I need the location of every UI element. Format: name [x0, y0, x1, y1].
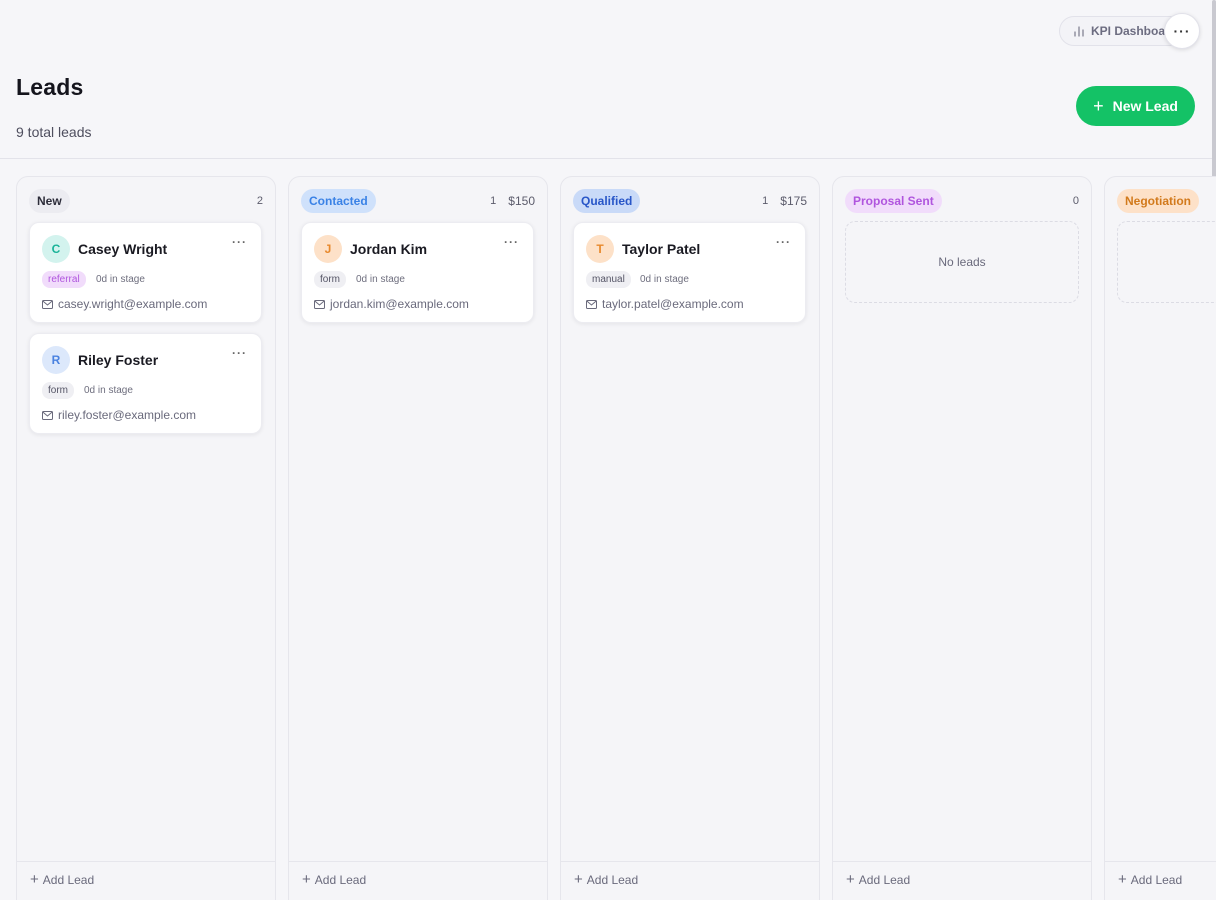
plus-icon: + [1093, 96, 1104, 116]
new-lead-label: New Lead [1112, 98, 1178, 114]
kanban-board: New 2 C Casey Wright ··· referral 0d in … [16, 176, 1216, 900]
stage-pill: Qualified [573, 189, 641, 213]
add-lead-label: Add Lead [314, 872, 367, 887]
column-new: New 2 C Casey Wright ··· referral 0d in … [16, 176, 276, 900]
avatar: T [586, 235, 614, 263]
empty-state [1117, 221, 1216, 303]
column-contacted: Contacted 1 $150 J Jordan Kim ··· form 0… [288, 176, 548, 900]
add-lead-label: Add Lead [1130, 872, 1183, 887]
plus-icon: + [574, 871, 583, 888]
header-divider [0, 158, 1212, 159]
column-meta: 0 [1073, 195, 1079, 207]
card-menu-icon[interactable]: ··· [232, 235, 247, 249]
column-footer-divider [833, 861, 1091, 862]
column-proposal-sent: Proposal Sent 0 No leads + Add Lead [832, 176, 1092, 900]
source-tag: form [42, 382, 74, 399]
column-qualified: Qualified 1 $175 T Taylor Patel ··· manu… [560, 176, 820, 900]
lead-email-text: riley.foster@example.com [58, 408, 196, 422]
lead-name: Jordan Kim [350, 241, 428, 257]
avatar: C [42, 235, 70, 263]
lead-card[interactable]: T Taylor Patel ··· manual 0d in stage ta… [573, 222, 806, 323]
bar-chart-icon [1073, 25, 1085, 37]
column-negotiation: Negotiation + Add Lead [1104, 176, 1216, 900]
column-count: 2 [256, 195, 263, 207]
stage-time: 0d in stage [96, 274, 145, 285]
stage-time: 0d in stage [84, 385, 133, 396]
mail-icon [586, 299, 597, 309]
empty-state: No leads [845, 221, 1079, 303]
add-lead-label: Add Lead [858, 872, 911, 887]
stage-pill: Negotiation [1117, 189, 1199, 213]
source-tag: manual [586, 271, 631, 288]
column-amount: $150 [508, 194, 535, 208]
add-lead-button[interactable]: + Add Lead [1118, 872, 1182, 887]
add-lead-button[interactable]: + Add Lead [574, 872, 638, 887]
stage-pill: Proposal Sent [845, 189, 942, 213]
mail-icon [42, 410, 53, 420]
lead-email-text: casey.wright@example.com [58, 297, 208, 311]
column-header: Qualified 1 $175 [573, 189, 807, 213]
lead-email-text: taylor.patel@example.com [602, 297, 744, 311]
page-title: Leads [16, 74, 84, 100]
lead-email: riley.foster@example.com [42, 408, 196, 422]
plus-icon: + [846, 871, 855, 888]
column-footer-divider [17, 861, 275, 862]
column-header: New 2 [29, 189, 263, 213]
column-footer-divider [561, 861, 819, 862]
column-header: Proposal Sent 0 [845, 189, 1079, 213]
add-lead-button[interactable]: + Add Lead [30, 872, 94, 887]
new-lead-button[interactable]: + New Lead [1076, 86, 1195, 126]
column-header: Negotiation [1117, 189, 1216, 213]
plus-icon: + [1118, 871, 1127, 888]
lead-card[interactable]: R Riley Foster ··· form 0d in stage rile… [29, 333, 262, 434]
lead-card[interactable]: J Jordan Kim ··· form 0d in stage jordan… [301, 222, 534, 323]
more-options-button[interactable]: ··· [1164, 13, 1200, 49]
column-count: 1 [762, 195, 769, 207]
column-amount: $175 [780, 194, 807, 208]
column-footer-divider [1105, 861, 1216, 862]
card-menu-icon[interactable]: ··· [504, 235, 519, 249]
lead-card[interactable]: C Casey Wright ··· referral 0d in stage … [29, 222, 262, 323]
stage-pill: New [29, 189, 70, 213]
card-menu-icon[interactable]: ··· [776, 235, 791, 249]
mail-icon [42, 299, 53, 309]
lead-name: Taylor Patel [622, 241, 701, 257]
lead-email: taylor.patel@example.com [586, 297, 744, 311]
plus-icon: + [30, 871, 39, 888]
column-meta: 1 $175 [762, 194, 807, 208]
add-lead-label: Add Lead [42, 872, 95, 887]
add-lead-button[interactable]: + Add Lead [302, 872, 366, 887]
column-meta: 1 $150 [490, 194, 535, 208]
card-menu-icon[interactable]: ··· [232, 346, 247, 360]
mail-icon [314, 299, 325, 309]
plus-icon: + [302, 871, 311, 888]
column-header: Contacted 1 $150 [301, 189, 535, 213]
stage-time: 0d in stage [356, 274, 405, 285]
lead-email-text: jordan.kim@example.com [330, 297, 469, 311]
add-lead-button[interactable]: + Add Lead [846, 872, 910, 887]
lead-email: jordan.kim@example.com [314, 297, 469, 311]
lead-email: casey.wright@example.com [42, 297, 207, 311]
stage-time: 0d in stage [640, 274, 689, 285]
column-count: 1 [490, 195, 497, 207]
column-meta: 2 [257, 195, 263, 207]
column-count: 0 [1072, 195, 1079, 207]
ellipsis-icon: ··· [1173, 23, 1191, 39]
source-tag: form [314, 271, 346, 288]
lead-count: 9 total leads [16, 124, 92, 140]
lead-name: Riley Foster [78, 352, 159, 368]
avatar: R [42, 346, 70, 374]
lead-name: Casey Wright [78, 241, 168, 257]
stage-pill: Contacted [301, 189, 376, 213]
add-lead-label: Add Lead [586, 872, 639, 887]
source-tag: referral [42, 271, 86, 288]
avatar: J [314, 235, 342, 263]
column-footer-divider [289, 861, 547, 862]
